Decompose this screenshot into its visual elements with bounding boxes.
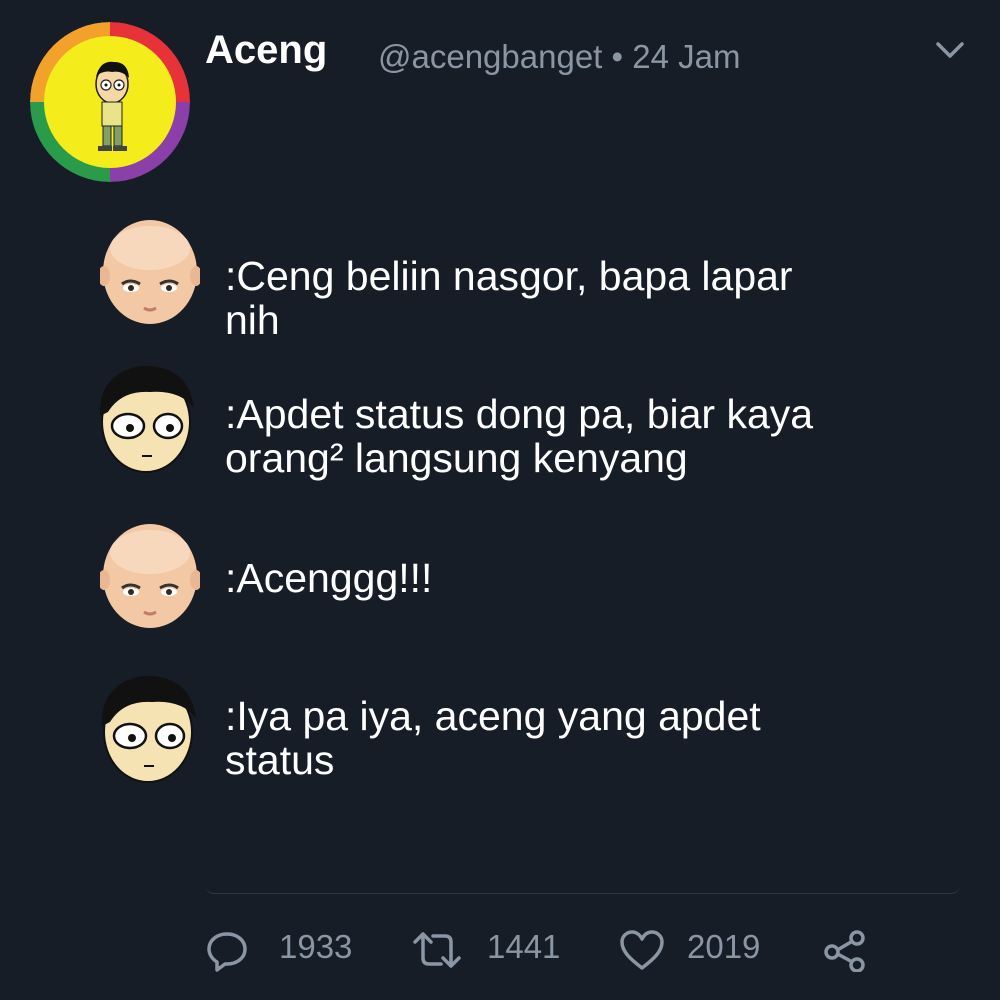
retweet-icon <box>413 932 461 968</box>
chevron-down-icon[interactable] <box>930 34 970 64</box>
message-text-3: :Acenggg!!! <box>225 555 433 601</box>
share-button[interactable] <box>822 920 872 976</box>
aceng-avatar-icon <box>30 22 190 182</box>
like-button[interactable]: 2019 <box>619 920 779 976</box>
like-count: 2019 <box>687 928 761 965</box>
reply-icon <box>207 932 247 972</box>
content-divider <box>205 885 960 894</box>
profile-avatar[interactable] <box>30 22 190 182</box>
aceng-face-icon <box>101 675 196 783</box>
heart-icon <box>620 930 664 970</box>
reply-count: 1933 <box>279 928 353 965</box>
aceng-face-icon <box>99 365 194 473</box>
reply-button[interactable]: 1933 <box>205 920 365 976</box>
author-handle-and-time[interactable]: @acengbanget • 24 Jam <box>378 38 740 76</box>
author-name[interactable]: Aceng <box>205 28 327 73</box>
boss-baby-face-icon <box>100 220 200 324</box>
retweet-count: 1441 <box>487 928 561 965</box>
message-text-4: :Iya pa iya, aceng yang apdet status <box>225 693 761 783</box>
retweet-button[interactable]: 1441 <box>411 920 571 976</box>
share-icon <box>824 930 865 972</box>
tweet-actions-bar: 1933 1441 2019 <box>205 920 905 976</box>
message-text-1: :Ceng beliin nasgor, bapa lapar nih <box>225 253 793 343</box>
message-text-2: :Apdet status dong pa, biar kaya orang² … <box>225 391 814 481</box>
boss-baby-face-icon <box>100 524 200 628</box>
